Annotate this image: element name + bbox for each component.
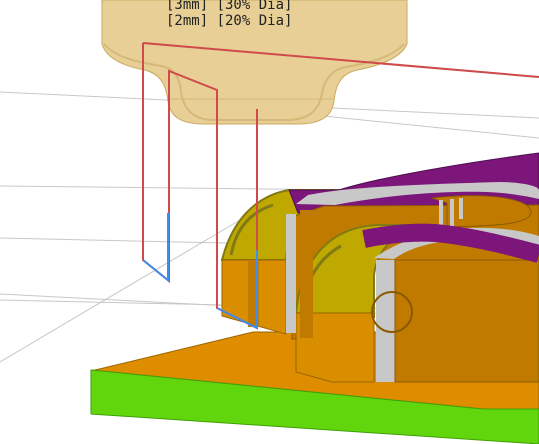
tool-label-1: [3mm] [30% Dia] [166,0,293,13]
tool-label-2: [2mm] [20% Dia] [166,13,293,29]
3d-viewport[interactable] [0,0,539,444]
